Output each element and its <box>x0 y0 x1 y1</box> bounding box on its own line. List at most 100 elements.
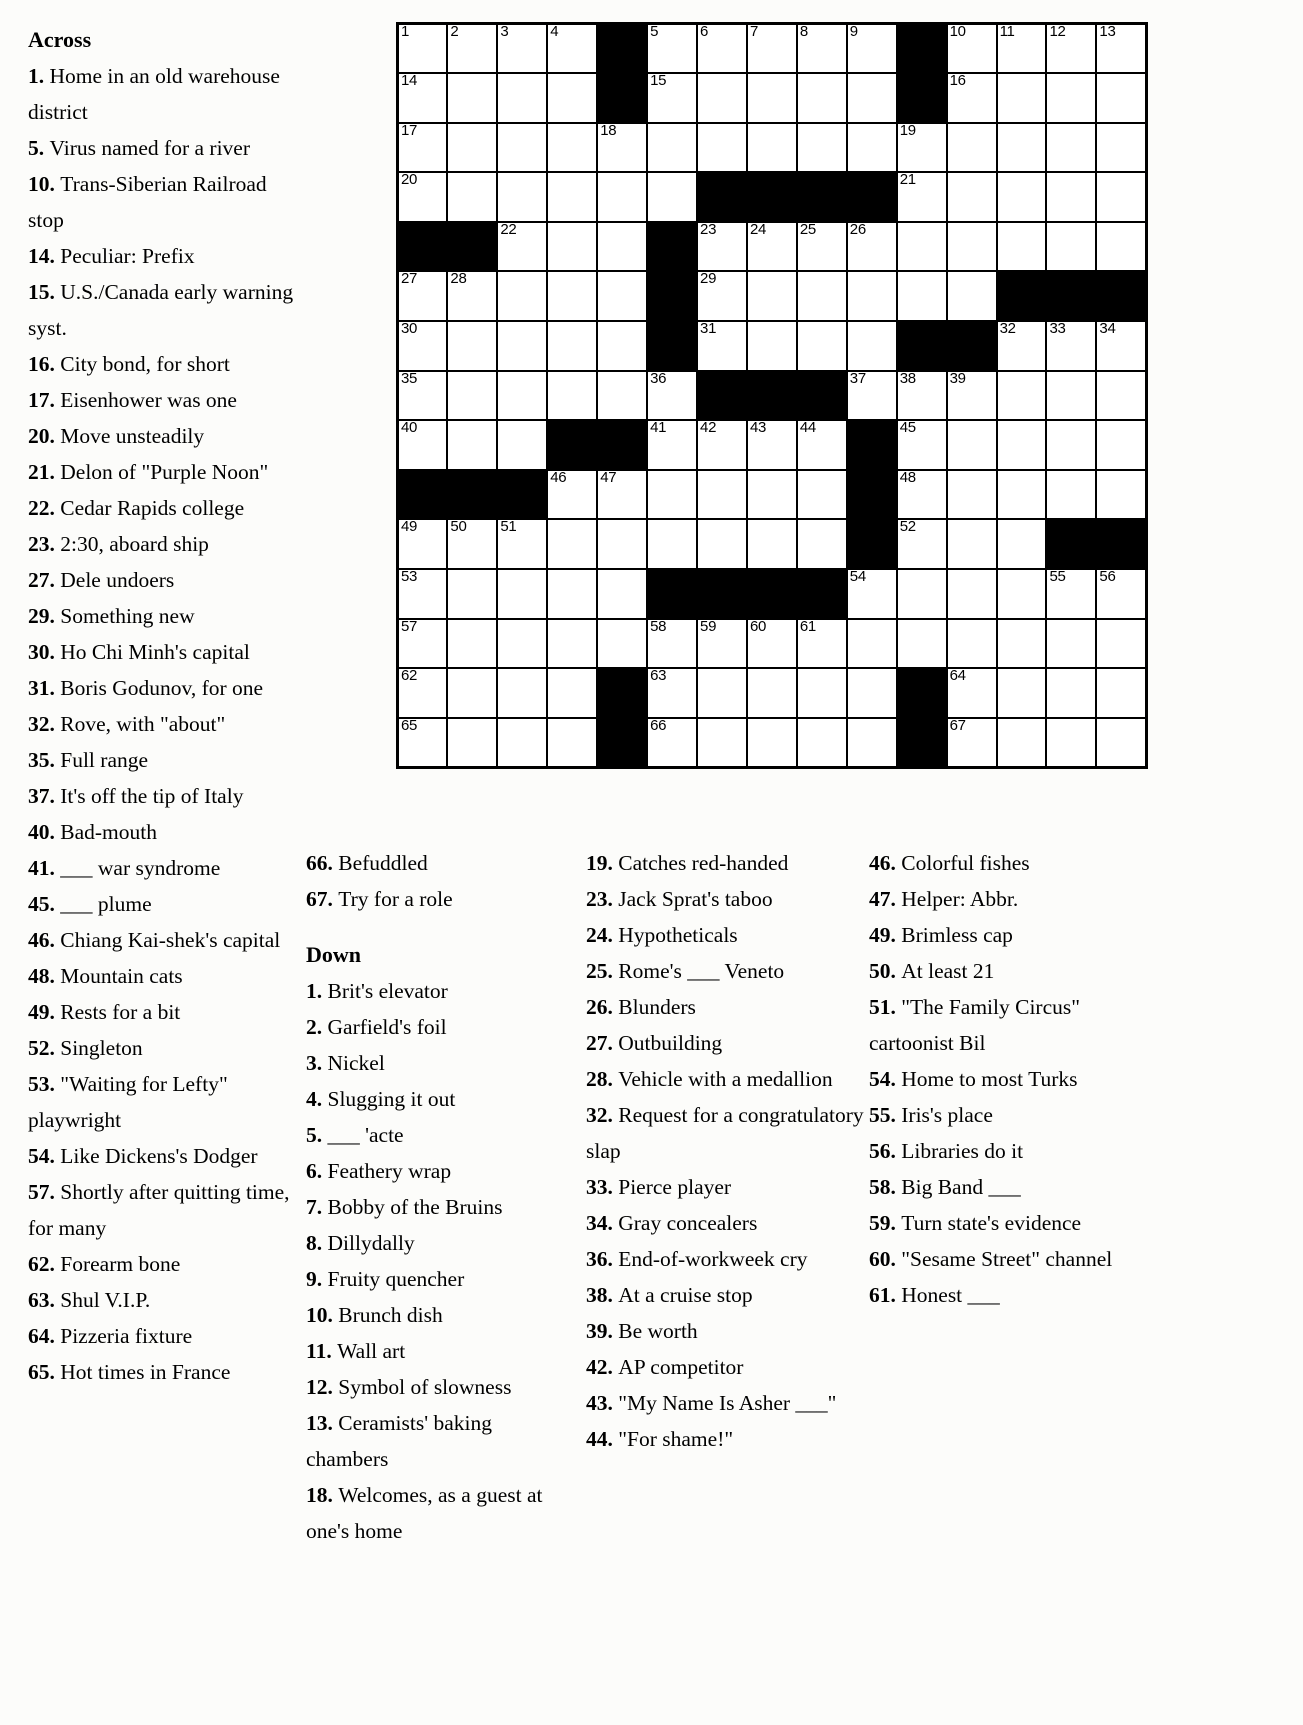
crossword-cell[interactable]: 17 <box>396 122 449 174</box>
crossword-cell[interactable] <box>995 568 1048 620</box>
crossword-cell[interactable] <box>596 369 649 422</box>
clue-item[interactable]: 9. Fruity quencher <box>306 1261 576 1297</box>
crossword-cell[interactable]: 60 <box>745 618 798 670</box>
crossword-cell[interactable]: 54 <box>845 568 898 620</box>
crossword-cell[interactable]: 46 <box>546 469 599 521</box>
crossword-cell[interactable] <box>1095 171 1148 223</box>
crossword-cell[interactable] <box>546 568 599 620</box>
crossword-cell[interactable]: 38 <box>895 370 948 422</box>
crossword-cell[interactable] <box>745 667 798 719</box>
crossword-cell[interactable] <box>945 617 998 670</box>
crossword-cell[interactable]: 18 <box>596 122 649 174</box>
clue-item[interactable]: 19. Catches red-handed <box>586 845 864 881</box>
crossword-cell[interactable] <box>795 72 848 124</box>
crossword-cell[interactable] <box>995 171 1048 223</box>
crossword-cell[interactable] <box>596 320 649 372</box>
crossword-cell[interactable]: 63 <box>646 667 699 719</box>
crossword-cell[interactable] <box>1045 171 1098 223</box>
clue-item[interactable]: 38. At a cruise stop <box>586 1277 864 1313</box>
crossword-cell[interactable]: 59 <box>696 618 748 670</box>
clue-item[interactable]: 12. Symbol of slowness <box>306 1369 576 1405</box>
crossword-cell[interactable]: 53 <box>396 568 449 620</box>
crossword-cell[interactable] <box>795 468 848 521</box>
crossword-cell[interactable]: 20 <box>396 171 449 223</box>
crossword-cell[interactable] <box>945 171 998 223</box>
crossword-cell[interactable]: 9 <box>845 22 898 75</box>
crossword-cell[interactable]: 62 <box>396 667 449 719</box>
clue-item[interactable]: 41. ___ war syndrome <box>28 850 300 886</box>
crossword-cell[interactable] <box>496 121 549 174</box>
crossword-cell[interactable]: 50 <box>446 518 499 571</box>
crossword-cell[interactable] <box>1045 419 1098 471</box>
crossword-cell[interactable]: 28 <box>446 270 499 323</box>
crossword-cell[interactable] <box>795 667 848 719</box>
crossword-cell[interactable]: 2 <box>446 22 499 75</box>
clue-item[interactable]: 27. Dele undoers <box>28 562 300 598</box>
crossword-cell[interactable] <box>945 518 998 571</box>
clue-item[interactable]: 61. Honest ___ <box>869 1277 1137 1313</box>
crossword-cell[interactable]: 23 <box>696 221 748 273</box>
crossword-cell[interactable] <box>995 667 1048 719</box>
crossword-cell[interactable] <box>1045 468 1098 521</box>
clue-item[interactable]: 23. 2:30, aboard ship <box>28 526 300 562</box>
crossword-cell[interactable]: 25 <box>795 221 848 273</box>
crossword-cell[interactable]: 12 <box>1045 22 1098 75</box>
crossword-cell[interactable]: 8 <box>795 22 848 75</box>
clue-item[interactable]: 11. Wall art <box>306 1333 576 1369</box>
clue-item[interactable]: 33. Pierce player <box>586 1169 864 1205</box>
crossword-cell[interactable]: 16 <box>945 72 998 124</box>
clue-item[interactable]: 42. AP competitor <box>586 1349 864 1385</box>
crossword-cell[interactable] <box>945 568 998 620</box>
crossword-cell[interactable]: 22 <box>496 221 549 273</box>
crossword-cell[interactable] <box>995 72 1048 124</box>
crossword-cell[interactable] <box>995 468 1048 521</box>
crossword-cell[interactable]: 33 <box>1045 320 1098 372</box>
crossword-cell[interactable] <box>1095 220 1148 273</box>
crossword-cell[interactable]: 42 <box>696 419 748 471</box>
crossword-cell[interactable] <box>845 716 898 769</box>
crossword-cell[interactable]: 37 <box>845 370 898 422</box>
crossword-cell[interactable] <box>696 121 748 174</box>
crossword-cell[interactable] <box>496 369 549 422</box>
crossword-cell[interactable]: 49 <box>396 518 449 571</box>
clue-item[interactable]: 34. Gray concealers <box>586 1205 864 1241</box>
clue-item[interactable]: 48. Mountain cats <box>28 958 300 994</box>
crossword-cell[interactable] <box>945 468 998 521</box>
clue-item[interactable]: 54. Like Dickens's Dodger <box>28 1138 300 1174</box>
crossword-cell[interactable] <box>646 468 699 521</box>
clue-item[interactable]: 29. Something new <box>28 598 300 634</box>
crossword-cell[interactable] <box>646 518 699 571</box>
clue-item[interactable]: 54. Home to most Turks <box>869 1061 1137 1097</box>
crossword-cell[interactable] <box>1045 369 1098 422</box>
clue-item[interactable]: 1. Home in an old warehouse district <box>28 58 300 130</box>
crossword-cell[interactable] <box>845 667 898 719</box>
clue-item[interactable]: 26. Blunders <box>586 989 864 1025</box>
crossword-cell[interactable] <box>1095 72 1148 124</box>
clue-item[interactable]: 31. Boris Godunov, for one <box>28 670 300 706</box>
crossword-cell[interactable] <box>1095 468 1148 521</box>
clue-item[interactable]: 60. "Sesame Street" channel <box>869 1241 1137 1277</box>
clue-item[interactable]: 45. ___ plume <box>28 886 300 922</box>
crossword-grid[interactable]: 1 2 3 4 5 6 7 8 9 10 11 12 13 14 15 16 17 18 19 20 21 22 23 24 2… <box>396 22 1148 769</box>
clue-item[interactable]: 57. Shortly after quitting time, for man… <box>28 1174 300 1246</box>
crossword-cell[interactable] <box>446 667 499 719</box>
clue-item[interactable]: 21. Delon of "Purple Noon" <box>28 454 300 490</box>
clue-item[interactable]: 64. Pizzeria fixture <box>28 1318 300 1354</box>
clue-item[interactable]: 36. End-of-workweek cry <box>586 1241 864 1277</box>
crossword-cell[interactable] <box>496 716 549 769</box>
crossword-cell[interactable] <box>496 320 549 372</box>
clue-item[interactable]: 40. Bad-mouth <box>28 814 300 850</box>
crossword-cell[interactable]: 21 <box>895 171 948 223</box>
crossword-cell[interactable] <box>596 171 649 223</box>
crossword-cell[interactable] <box>546 121 599 174</box>
crossword-cell[interactable] <box>496 667 549 719</box>
crossword-cell[interactable] <box>646 171 699 223</box>
crossword-cell[interactable] <box>1095 716 1148 769</box>
clue-item[interactable]: 24. Hypotheticals <box>586 917 864 953</box>
crossword-cell[interactable] <box>696 468 748 521</box>
clue-item[interactable]: 27. Outbuilding <box>586 1025 864 1061</box>
crossword-cell[interactable] <box>546 220 599 273</box>
crossword-cell[interactable]: 27 <box>396 270 449 323</box>
clue-item[interactable]: 14. Peculiar: Prefix <box>28 238 300 274</box>
clue-item[interactable]: 23. Jack Sprat's taboo <box>586 881 864 917</box>
